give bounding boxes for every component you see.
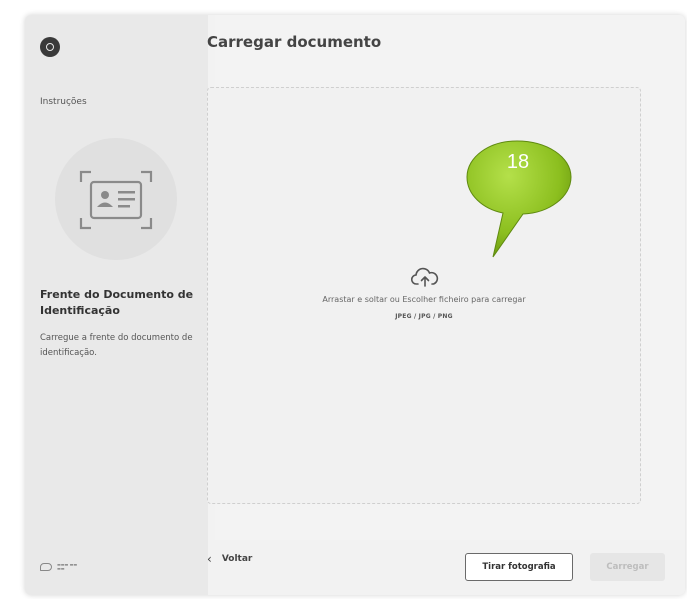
info-icon[interactable] — [40, 37, 60, 57]
callout-number: 18 — [506, 150, 530, 173]
brand-logo: ▬▬▬ ▬▬ ▬▬ — [40, 561, 110, 573]
chevron-left-icon: ‹ — [207, 552, 212, 566]
document-description: Carregue a frente do documento de identi… — [40, 333, 193, 358]
instructions-label: Instruções — [40, 97, 87, 107]
document-title: Frente do Documento de Identificação — [40, 288, 194, 317]
back-button[interactable]: ‹ Voltar — [207, 552, 252, 566]
dropzone-instruction[interactable]: Arrastar e soltar ou Escolher ficheiro p… — [208, 295, 640, 304]
file-dropzone[interactable]: Arrastar e soltar ou Escolher ficheiro p… — [207, 87, 641, 504]
back-button-label: Voltar — [221, 554, 253, 564]
id-card-illustration — [55, 138, 177, 260]
cloud-upload-icon[interactable] — [411, 266, 439, 288]
take-photo-button[interactable]: Tirar fotografia — [465, 553, 573, 581]
instructions-sidebar: Instruções Frente do Documento de Identi… — [25, 15, 208, 595]
brand-logo-text: ▬▬▬ ▬▬ ▬▬ — [57, 562, 78, 571]
id-card-icon — [79, 170, 153, 230]
page-title: Carregar documento — [207, 33, 382, 51]
brand-logo-mark — [40, 563, 52, 571]
upload-button[interactable]: Carregar — [590, 553, 665, 581]
dropzone-formats: JPEG / JPG / PNG — [395, 313, 453, 320]
